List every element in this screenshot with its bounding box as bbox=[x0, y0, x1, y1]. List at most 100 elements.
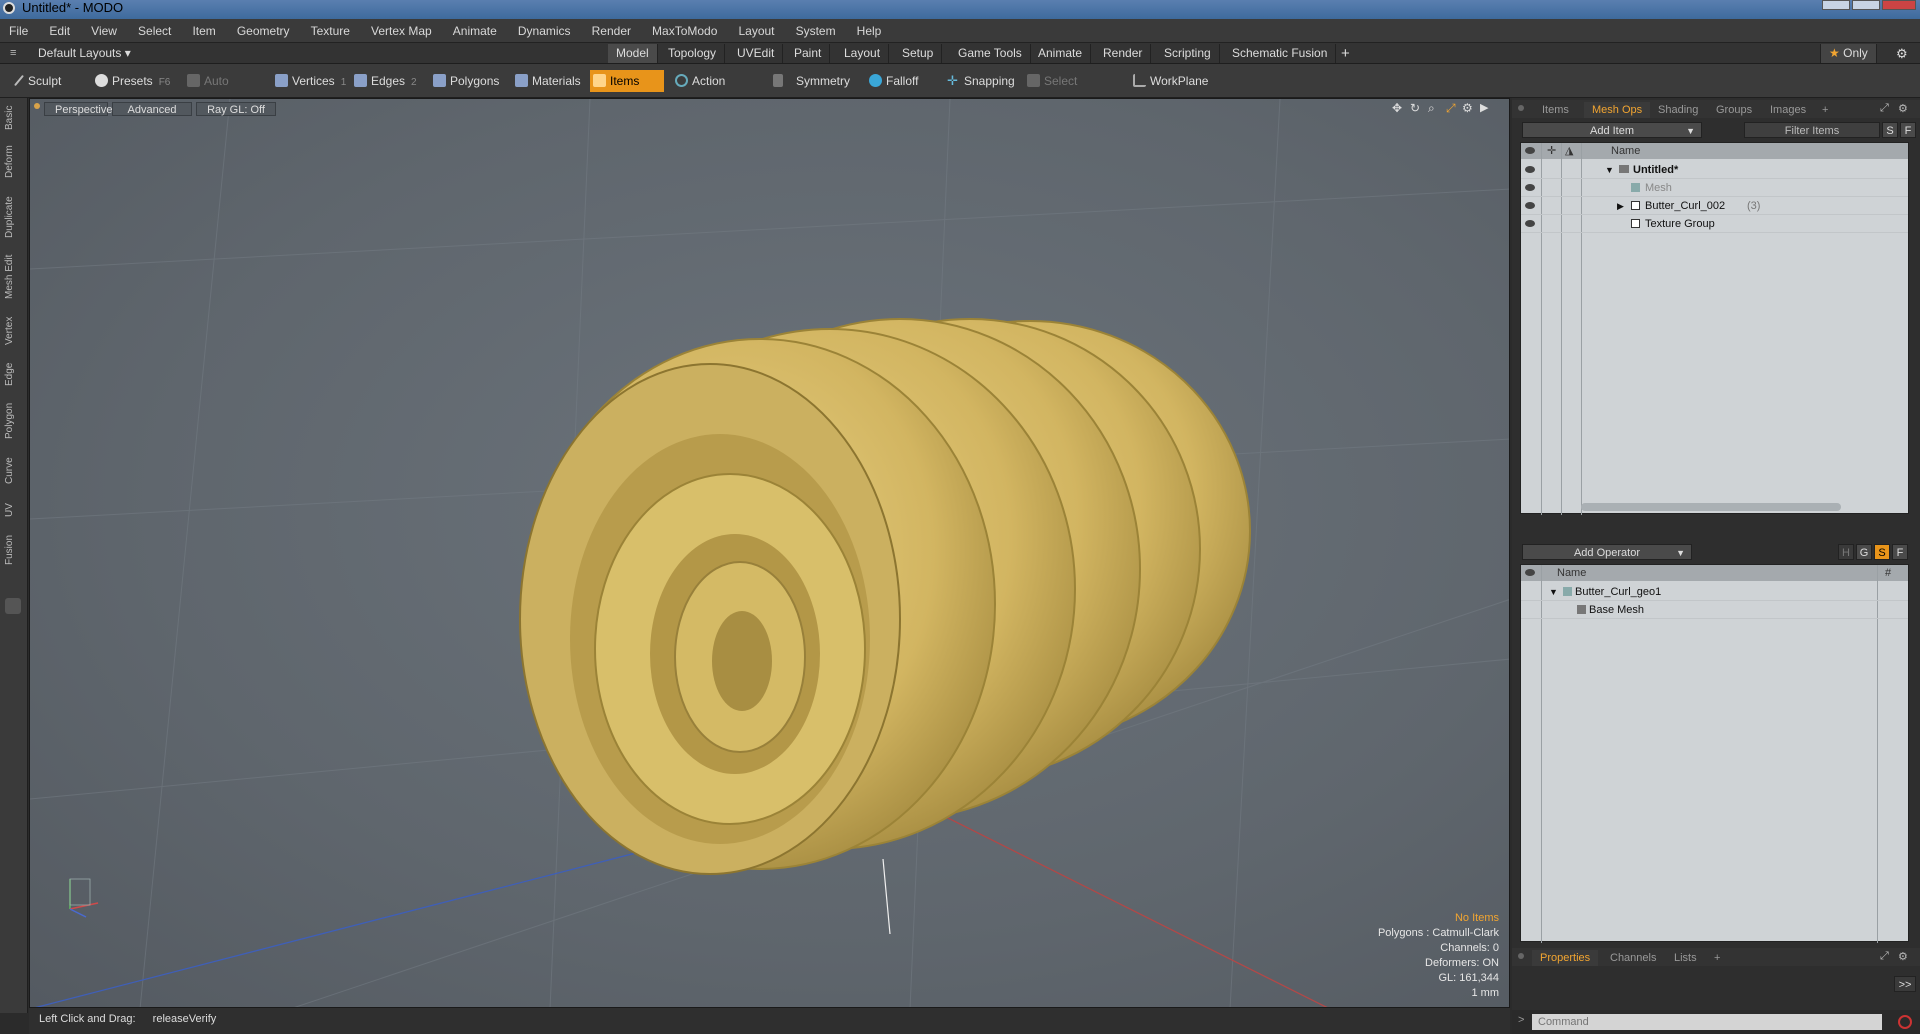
symmetry-button[interactable]: Symmetry bbox=[770, 70, 850, 92]
maximize-panel-icon[interactable]: ⤢ bbox=[1880, 950, 1889, 963]
sculpt-button[interactable]: Sculpt bbox=[8, 70, 88, 92]
auto-select-button[interactable]: Auto Select bbox=[184, 70, 264, 110]
workplane-button[interactable]: WorkPlane bbox=[1130, 70, 1210, 92]
name-column-header[interactable]: Name bbox=[1557, 565, 1586, 581]
viewport-settings-icon[interactable]: ⚙ bbox=[1462, 101, 1473, 115]
tab-game-tools[interactable]: Game Tools bbox=[950, 44, 1031, 63]
tab-edge[interactable]: Edge bbox=[4, 360, 22, 388]
add-panel-tab[interactable]: + bbox=[1706, 950, 1728, 966]
rotate-view-icon[interactable]: ↻ bbox=[1410, 101, 1420, 115]
menu-layout[interactable]: Layout bbox=[729, 19, 783, 43]
item-row-texture-group[interactable]: Texture Group bbox=[1521, 215, 1908, 233]
item-row-mesh[interactable]: Mesh bbox=[1521, 179, 1908, 197]
eye-icon[interactable] bbox=[1525, 166, 1535, 173]
tab-animate[interactable]: Animate bbox=[1030, 44, 1092, 63]
view-perspective-dropdown[interactable]: Perspective bbox=[44, 102, 112, 116]
snapping-button[interactable]: ✛ Snapping bbox=[944, 70, 1015, 92]
panel-gear-icon[interactable]: ⚙ bbox=[1898, 102, 1908, 115]
item-list[interactable]: ✛ ◮ Name ▼ Untitled* Mesh ▶ Butter_Curl_… bbox=[1520, 142, 1909, 515]
menu-geometry[interactable]: Geometry bbox=[228, 19, 299, 43]
tab-basic[interactable]: Basic bbox=[4, 104, 22, 132]
edges-button[interactable]: Edges 2 bbox=[351, 70, 425, 92]
expand-triangle-icon[interactable]: ▼ bbox=[1605, 161, 1614, 179]
items-button[interactable]: Items bbox=[590, 70, 664, 92]
move-view-icon[interactable]: ✥ bbox=[1392, 101, 1402, 115]
item-row-butter-curl[interactable]: ▶ Butter_Curl_002 (3) bbox=[1521, 197, 1908, 215]
filter-items-input[interactable]: Filter Items bbox=[1744, 122, 1880, 138]
tab-vertex[interactable]: Vertex bbox=[4, 314, 22, 348]
panel-menu-icon[interactable] bbox=[1518, 953, 1524, 959]
tab-uvedit[interactable]: UVEdit bbox=[729, 44, 784, 63]
minimize-button[interactable] bbox=[1822, 0, 1850, 10]
horizontal-scrollbar[interactable] bbox=[1581, 503, 1841, 511]
viewport-canvas[interactable] bbox=[30, 99, 1510, 1008]
viewport-menu-icon[interactable] bbox=[34, 103, 40, 109]
tab-lists[interactable]: Lists bbox=[1666, 950, 1705, 966]
menu-dynamics[interactable]: Dynamics bbox=[509, 19, 580, 43]
menu-texture[interactable]: Texture bbox=[302, 19, 359, 43]
tab-duplicate[interactable]: Duplicate bbox=[4, 194, 22, 240]
add-panel-tab[interactable]: + bbox=[1814, 102, 1836, 118]
f-toggle[interactable]: F bbox=[1900, 122, 1916, 138]
tab-images[interactable]: Images bbox=[1762, 102, 1814, 118]
tab-mesh-edit[interactable]: Mesh Edit bbox=[4, 254, 22, 300]
mesh-operator-list[interactable]: Name # ▼ Butter_Curl_geo1 Base Mesh bbox=[1520, 564, 1909, 943]
tab-deform[interactable]: Deform bbox=[4, 144, 22, 180]
tab-paint[interactable]: Paint bbox=[786, 44, 831, 63]
maximize-panel-icon[interactable]: ⤢ bbox=[1880, 102, 1889, 115]
expand-properties-button[interactable]: >> bbox=[1894, 976, 1916, 992]
fit-view-icon[interactable]: ⤢ bbox=[1446, 101, 1456, 116]
menu-vertex-map[interactable]: Vertex Map bbox=[362, 19, 441, 43]
operator-row-geo[interactable]: ▼ Butter_Curl_geo1 bbox=[1521, 583, 1908, 601]
presets-button[interactable]: Presets F6 bbox=[92, 70, 174, 92]
tab-properties[interactable]: Properties bbox=[1532, 950, 1599, 966]
menu-maxtomodo[interactable]: MaxToModo bbox=[643, 19, 726, 43]
add-operator-dropdown[interactable]: Add Operator ▼ bbox=[1522, 544, 1692, 560]
g-toggle[interactable]: G bbox=[1856, 544, 1872, 560]
viewport-expand-icon[interactable]: ▶ bbox=[1480, 101, 1488, 114]
select-through-button[interactable]: Select Through bbox=[1024, 70, 1120, 110]
expand-triangle-icon[interactable]: ▶ bbox=[1617, 197, 1624, 215]
vertices-button[interactable]: Vertices 1 bbox=[272, 70, 350, 92]
maximize-button[interactable] bbox=[1852, 0, 1880, 10]
eye-icon[interactable] bbox=[1525, 202, 1535, 209]
tab-schematic-fusion[interactable]: Schematic Fusion bbox=[1224, 44, 1337, 63]
menu-help[interactable]: Help bbox=[848, 19, 891, 43]
item-row-scene[interactable]: ▼ Untitled* bbox=[1521, 161, 1908, 179]
tab-topology[interactable]: Topology bbox=[660, 44, 726, 63]
menu-item[interactable]: Item bbox=[183, 19, 224, 43]
tab-mesh-ops[interactable]: Mesh Ops bbox=[1584, 102, 1651, 118]
tab-groups[interactable]: Groups bbox=[1708, 102, 1760, 118]
add-item-dropdown[interactable]: Add Item ▼ bbox=[1522, 122, 1702, 138]
materials-button[interactable]: Materials bbox=[512, 70, 582, 92]
tab-scripting[interactable]: Scripting bbox=[1156, 44, 1220, 63]
tab-curve[interactable]: Curve bbox=[4, 454, 22, 488]
menu-file[interactable]: File bbox=[0, 19, 37, 43]
s-operator-toggle[interactable]: S bbox=[1874, 544, 1890, 560]
menu-render[interactable]: Render bbox=[583, 19, 640, 43]
tab-render[interactable]: Render bbox=[1095, 44, 1152, 63]
3d-viewport[interactable]: Perspective Advanced Ray GL: Off ✥ ↻ ⌕ ⤢… bbox=[29, 98, 1510, 1008]
palette-button[interactable] bbox=[5, 598, 21, 614]
command-input[interactable] bbox=[1532, 1014, 1882, 1030]
tab-model[interactable]: Model bbox=[608, 44, 658, 63]
tab-fusion[interactable]: Fusion bbox=[4, 532, 22, 568]
eye-icon[interactable] bbox=[1525, 220, 1535, 227]
record-icon[interactable] bbox=[1898, 1015, 1912, 1029]
menu-view[interactable]: View bbox=[82, 19, 126, 43]
panel-menu-icon[interactable] bbox=[1518, 105, 1524, 111]
menu-system[interactable]: System bbox=[787, 19, 845, 43]
tab-channels[interactable]: Channels bbox=[1602, 950, 1664, 966]
menu-select[interactable]: Select bbox=[129, 19, 180, 43]
polygons-button[interactable]: Polygons bbox=[430, 70, 504, 92]
action-center-button[interactable]: Action Center bbox=[672, 70, 764, 110]
expand-triangle-icon[interactable]: ▼ bbox=[1549, 583, 1558, 601]
h-toggle[interactable]: H bbox=[1838, 544, 1854, 560]
tab-uv[interactable]: UV bbox=[4, 500, 22, 520]
operator-row-base-mesh[interactable]: Base Mesh bbox=[1521, 601, 1908, 619]
tab-polygon[interactable]: Polygon bbox=[4, 400, 22, 442]
close-button[interactable] bbox=[1882, 0, 1916, 10]
raygl-toggle[interactable]: Ray GL: Off bbox=[196, 102, 276, 116]
only-toggle[interactable]: ★ Only bbox=[1820, 44, 1877, 63]
name-column-header[interactable]: Name bbox=[1611, 143, 1640, 159]
